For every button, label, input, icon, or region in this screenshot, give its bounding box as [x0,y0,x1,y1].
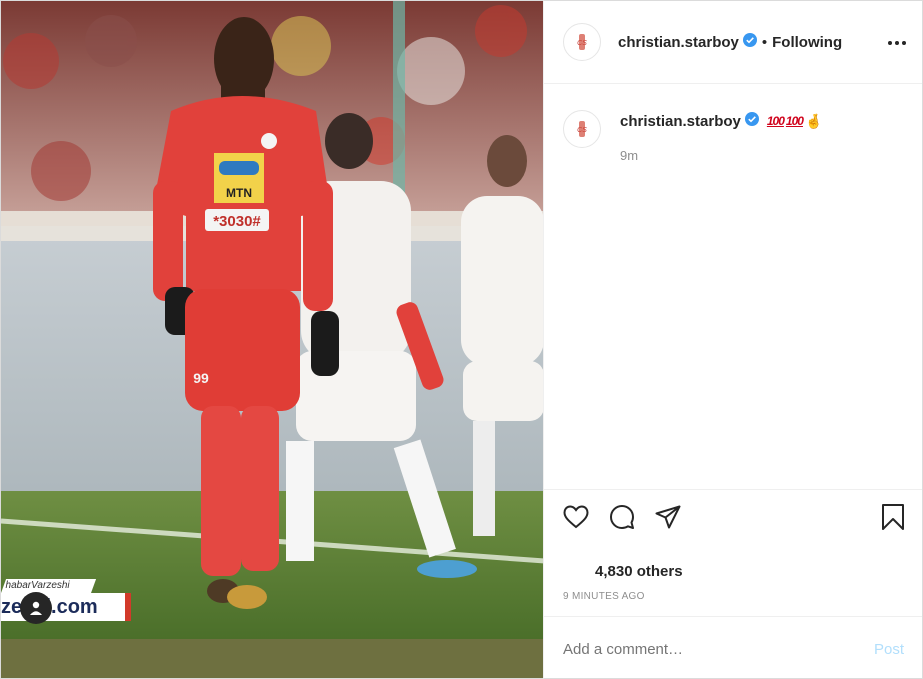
header-username[interactable]: christian.starboy [618,34,739,51]
heart-icon[interactable] [561,502,591,532]
player-number: 99 [193,370,209,386]
verified-badge-icon [742,33,757,52]
watermark-top-text: habarVarzeshi [5,580,70,591]
more-options-icon[interactable] [888,33,908,53]
media-letterbox-bar [1,639,543,678]
crossed-fingers-emoji: 🤞 [804,112,823,129]
avatar[interactable]: CS [563,23,601,61]
paper-plane-icon[interactable] [653,502,683,532]
jersey-sponsor: MTN [226,186,252,200]
hundred-points-emoji: 100 [766,114,785,128]
caption-avatar[interactable]: CS [563,110,601,148]
caption-username[interactable]: christian.starboy [620,113,741,130]
verified-badge-icon [744,112,759,130]
caption-section: CS christian.starboy 100 100 🤞 9m [544,84,922,489]
caption-text: 100 100 🤞 [767,113,823,130]
comment-bar: Post [544,616,922,679]
post-photo: MTN *3030# 99 [1,1,543,639]
post-header: CS christian.starboy • Following [544,1,922,84]
comment-bubble-icon[interactable] [607,502,637,532]
follow-separator: • [761,34,768,51]
post-comment-button[interactable]: Post [874,641,904,658]
post-timestamp[interactable]: 9 MINUTES AGO [563,591,645,602]
caption-timestamp[interactable]: 9m [620,148,638,163]
bookmark-icon[interactable] [878,502,908,532]
action-bar [544,489,922,545]
jersey-code: *3030# [213,213,261,230]
following-button[interactable]: Following [772,34,842,51]
likes-count[interactable]: 4,830 others [595,563,683,580]
comment-input[interactable] [563,641,853,658]
user-tag-icon[interactable] [20,592,52,624]
post-side-panel: CS christian.starboy • Following CS [543,0,923,679]
post-media[interactable]: MTN *3030# 99 habarVarzeshi zeshi.com [0,0,543,679]
hundred-points-emoji: 100 [785,114,804,128]
